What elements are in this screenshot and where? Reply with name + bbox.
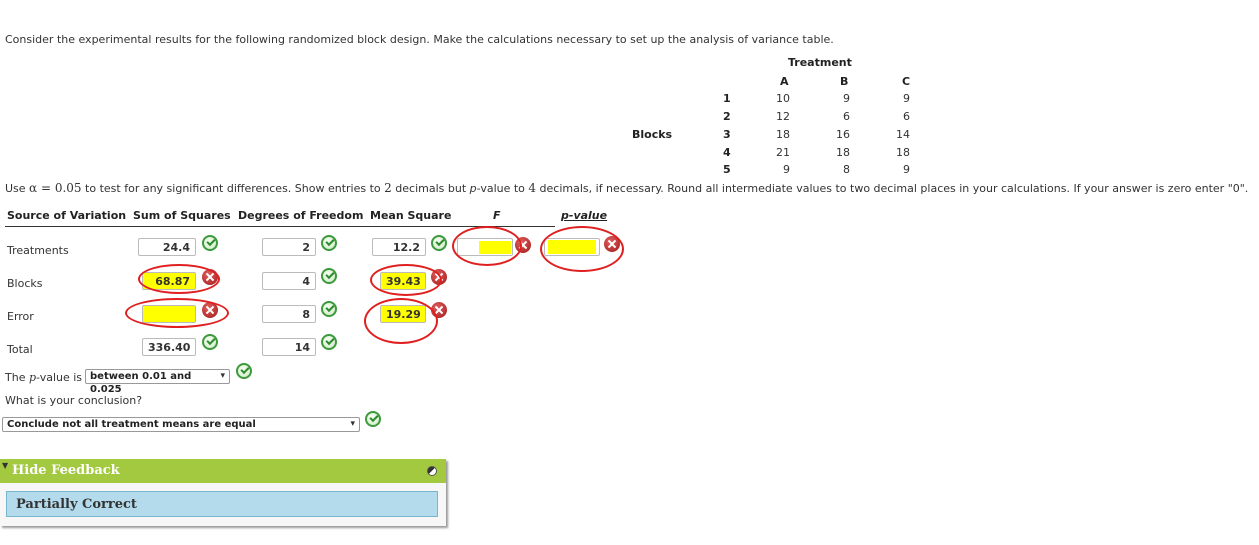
correct-icon [202, 334, 218, 350]
instr-text: decimals but [391, 182, 470, 195]
hide-feedback-label: Hide Feedback [12, 463, 120, 478]
select-value: Conclude not all treatment means are equ… [7, 419, 256, 430]
cell: 9 [783, 163, 790, 176]
cell: 18 [776, 128, 790, 141]
row-label-blocks: Blocks [7, 277, 43, 290]
correct-icon [321, 235, 337, 251]
treatment-header: Treatment [788, 56, 852, 69]
instr-p: p [469, 182, 477, 195]
correct-icon [365, 411, 381, 427]
alpha-value: α = 0.05 [29, 181, 82, 195]
header-df: Degrees of Freedom [238, 209, 364, 222]
row-label-total: Total [7, 343, 33, 356]
collapse-triangle-icon: ▼ [2, 461, 9, 470]
cell: 18 [896, 146, 910, 159]
col-header-a: A [780, 75, 789, 88]
header-source: Source of Variation [7, 209, 127, 222]
header-pvalue: p-value [561, 209, 608, 222]
cell: 10 [776, 92, 790, 105]
block-5: 5 [723, 163, 731, 176]
feedback-result: Partially Correct [16, 497, 137, 512]
instr-num: 4 [528, 181, 537, 195]
cell: 16 [836, 128, 850, 141]
chevron-down-icon: ▾ [220, 371, 225, 381]
annotation-circle [540, 226, 624, 272]
header-ss: Sum of Squares [133, 209, 231, 222]
correct-icon [321, 334, 337, 350]
annotation-circle [370, 264, 442, 296]
instr-num: 2 [384, 181, 392, 195]
text: -value is [36, 371, 83, 384]
instr-text: decimals, if necessary. Round all interm… [536, 182, 1249, 195]
pvalue-question-label: The p-value is [5, 371, 82, 384]
annotation-circle [138, 264, 220, 294]
annotation-circle [125, 298, 229, 328]
feedback-toggle[interactable]: ▼ Hide Feedback [0, 459, 446, 483]
annotation-circle [364, 298, 438, 344]
block-4: 4 [723, 146, 731, 159]
cell: 9 [903, 92, 910, 105]
correct-icon [321, 268, 337, 284]
cell: 9 [903, 163, 910, 176]
col-header-b: B [840, 75, 849, 88]
treatments-df-input[interactable] [262, 238, 316, 256]
cell: 21 [776, 146, 790, 159]
treatments-ss-input[interactable] [138, 238, 196, 256]
feedback-panel: ▼ Hide Feedback Partially Correct [0, 459, 446, 526]
annotation-circle [452, 226, 522, 266]
blocks-df-input[interactable] [262, 272, 316, 290]
correct-icon [321, 301, 337, 317]
header-ms: Mean Square [370, 209, 452, 222]
instr-text: -value to [476, 182, 529, 195]
total-df-input[interactable] [262, 338, 316, 356]
blocks-label: Blocks [632, 128, 673, 141]
block-1: 1 [723, 92, 731, 105]
total-ss-input[interactable] [142, 338, 196, 356]
row-label-treatments: Treatments [7, 244, 69, 257]
cell: 14 [896, 128, 910, 141]
p-symbol: p [28, 371, 37, 384]
header-f: F [493, 209, 501, 222]
feedback-result-box: Partially Correct [6, 491, 438, 517]
block-2: 2 [723, 110, 731, 123]
instr-text: Use [5, 182, 30, 195]
error-df-input[interactable] [262, 305, 316, 323]
cell: 9 [843, 92, 850, 105]
correct-icon [202, 235, 218, 251]
cell: 6 [843, 110, 850, 123]
text: The [5, 371, 29, 384]
conclusion-question-label: What is your conclusion? [5, 394, 143, 407]
correct-icon [236, 363, 252, 379]
feedback-status-icon [427, 466, 437, 476]
chevron-down-icon: ▾ [350, 419, 355, 429]
correct-icon [431, 235, 447, 251]
instr-text: to test for any significant differences.… [81, 182, 385, 195]
instructions: Use α = 0.05 to test for any significant… [5, 181, 1248, 195]
cell: 18 [836, 146, 850, 159]
cell: 12 [776, 110, 790, 123]
block-3: 3 [723, 128, 731, 141]
question-intro: Consider the experimental results for th… [5, 33, 834, 46]
conclusion-select[interactable]: Conclude not all treatment means are equ… [2, 417, 360, 432]
cell: 6 [903, 110, 910, 123]
pvalue-range-select[interactable]: between 0.01 and 0.025 ▾ [85, 369, 230, 395]
select-value: between 0.01 and 0.025 [90, 371, 192, 395]
row-label-error: Error [7, 310, 34, 323]
cell: 8 [843, 163, 850, 176]
col-header-c: C [902, 75, 911, 88]
treatments-ms-input[interactable] [372, 238, 426, 256]
